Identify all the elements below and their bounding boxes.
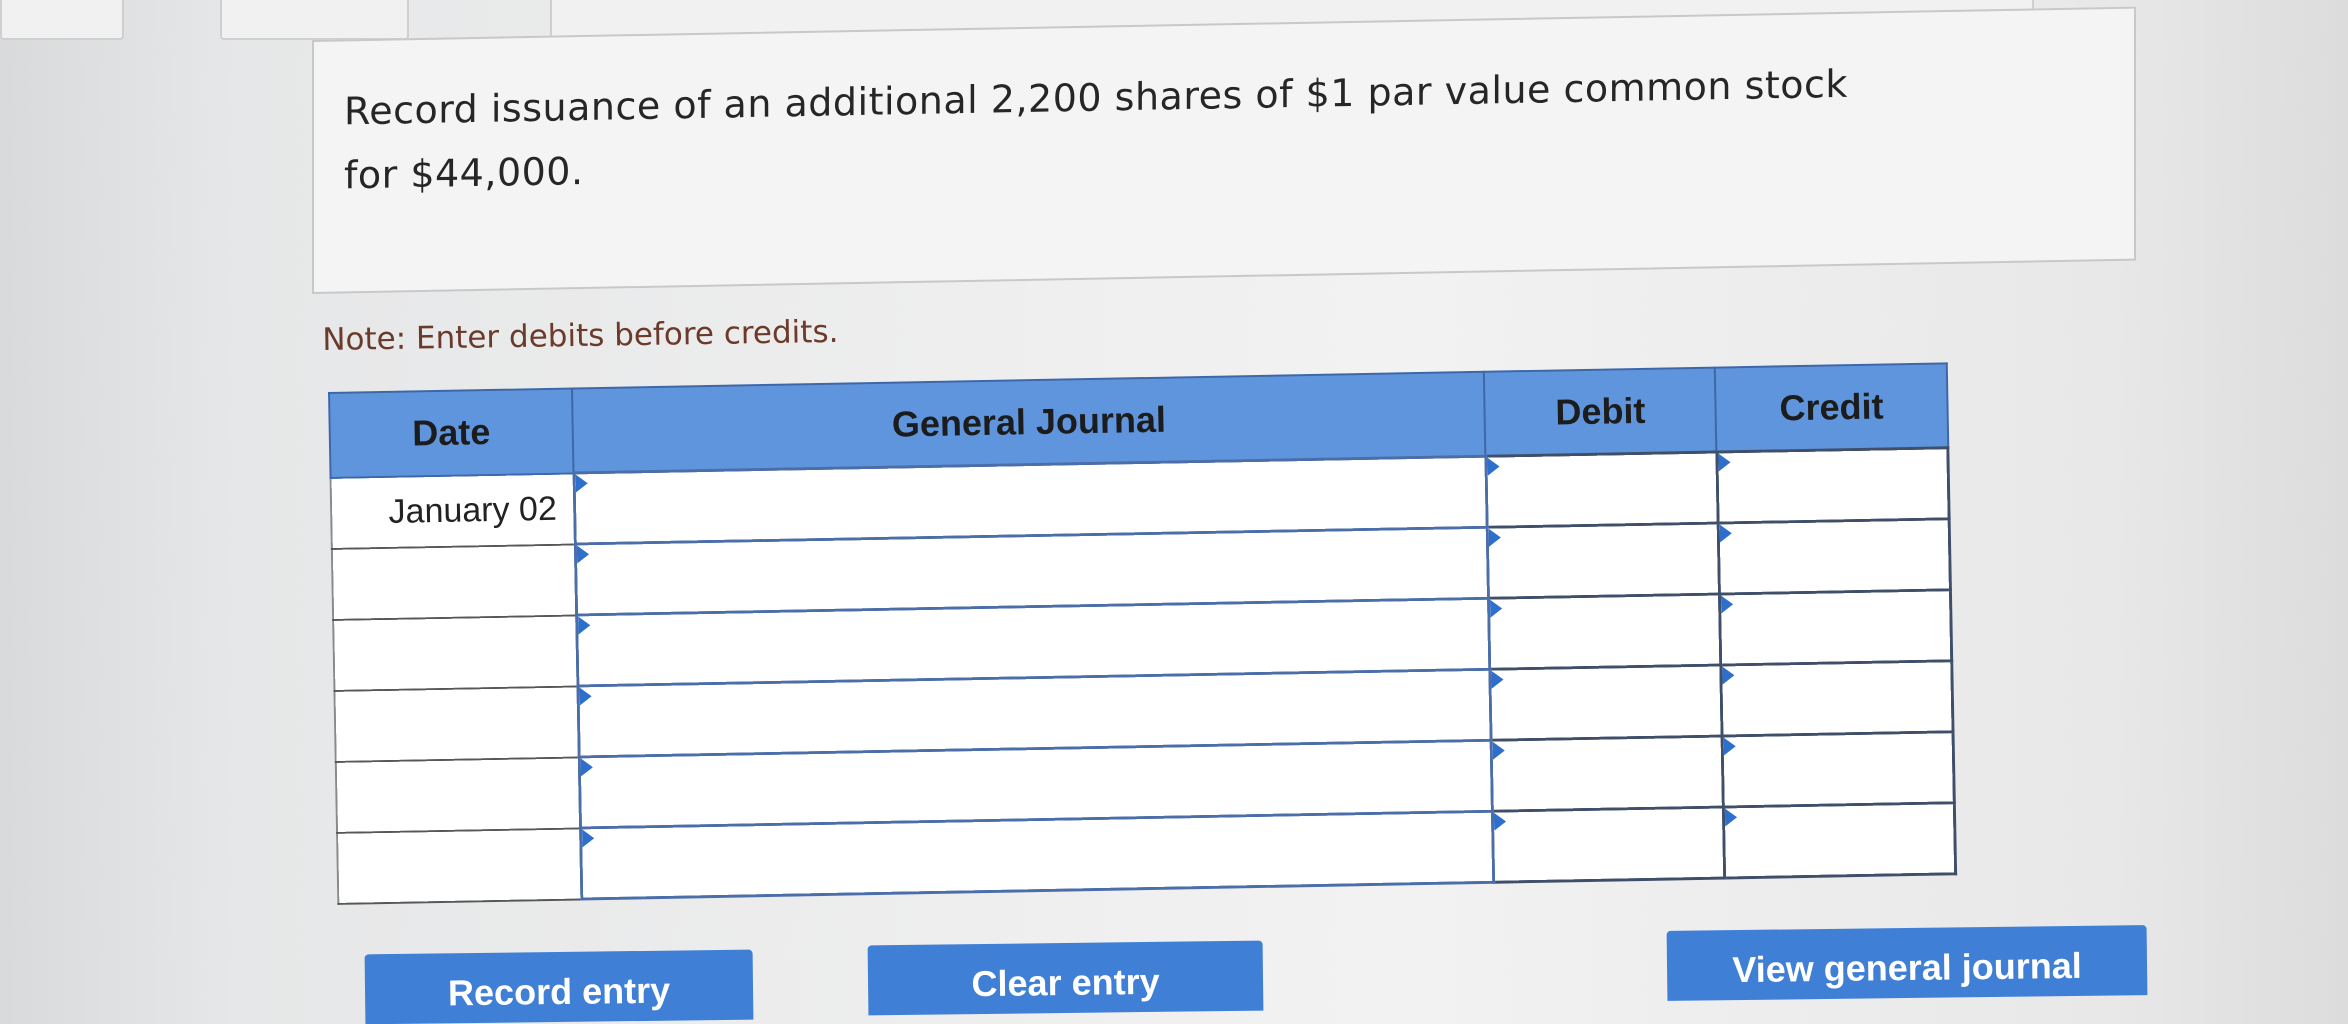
view-general-journal-button[interactable]: View general journal: [1666, 925, 2148, 1001]
debit-input[interactable]: [1487, 523, 1720, 599]
top-tab-left[interactable]: [0, 0, 124, 40]
top-tab-middle[interactable]: [220, 0, 409, 40]
credit-input[interactable]: [1716, 447, 1950, 524]
credit-input[interactable]: [1718, 518, 1951, 595]
date-cell: [334, 685, 579, 762]
transaction-prompt-box: Record issuance of an additional 2,200 s…: [312, 6, 2136, 295]
debit-column-header: Debit: [1484, 367, 1717, 457]
note-text: Note: Enter debits before credits.: [322, 313, 839, 358]
debit-input[interactable]: [1488, 594, 1721, 670]
credit-input[interactable]: [1721, 731, 1955, 808]
general-journal-table: Date General Journal Debit Credit Januar…: [328, 362, 1958, 905]
date-cell: January 02: [330, 473, 575, 549]
transaction-prompt-text: Record issuance of an additional 2,200 s…: [344, 61, 1848, 198]
credit-column-header: Credit: [1715, 363, 1948, 453]
debit-input[interactable]: [1485, 452, 1719, 528]
credit-input[interactable]: [1719, 589, 1952, 666]
credit-input[interactable]: [1723, 802, 1956, 878]
record-entry-button[interactable]: Record entry: [364, 949, 754, 1024]
date-cell: [331, 544, 577, 620]
date-cell: [333, 614, 578, 691]
debit-input[interactable]: [1490, 736, 1724, 812]
debit-input[interactable]: [1489, 665, 1722, 741]
credit-input[interactable]: [1720, 660, 1953, 737]
date-cell: [337, 827, 582, 904]
clear-entry-button[interactable]: Clear entry: [867, 940, 1264, 1016]
date-column-header: Date: [329, 388, 574, 478]
debit-input[interactable]: [1492, 807, 1725, 883]
date-cell: [335, 756, 581, 833]
